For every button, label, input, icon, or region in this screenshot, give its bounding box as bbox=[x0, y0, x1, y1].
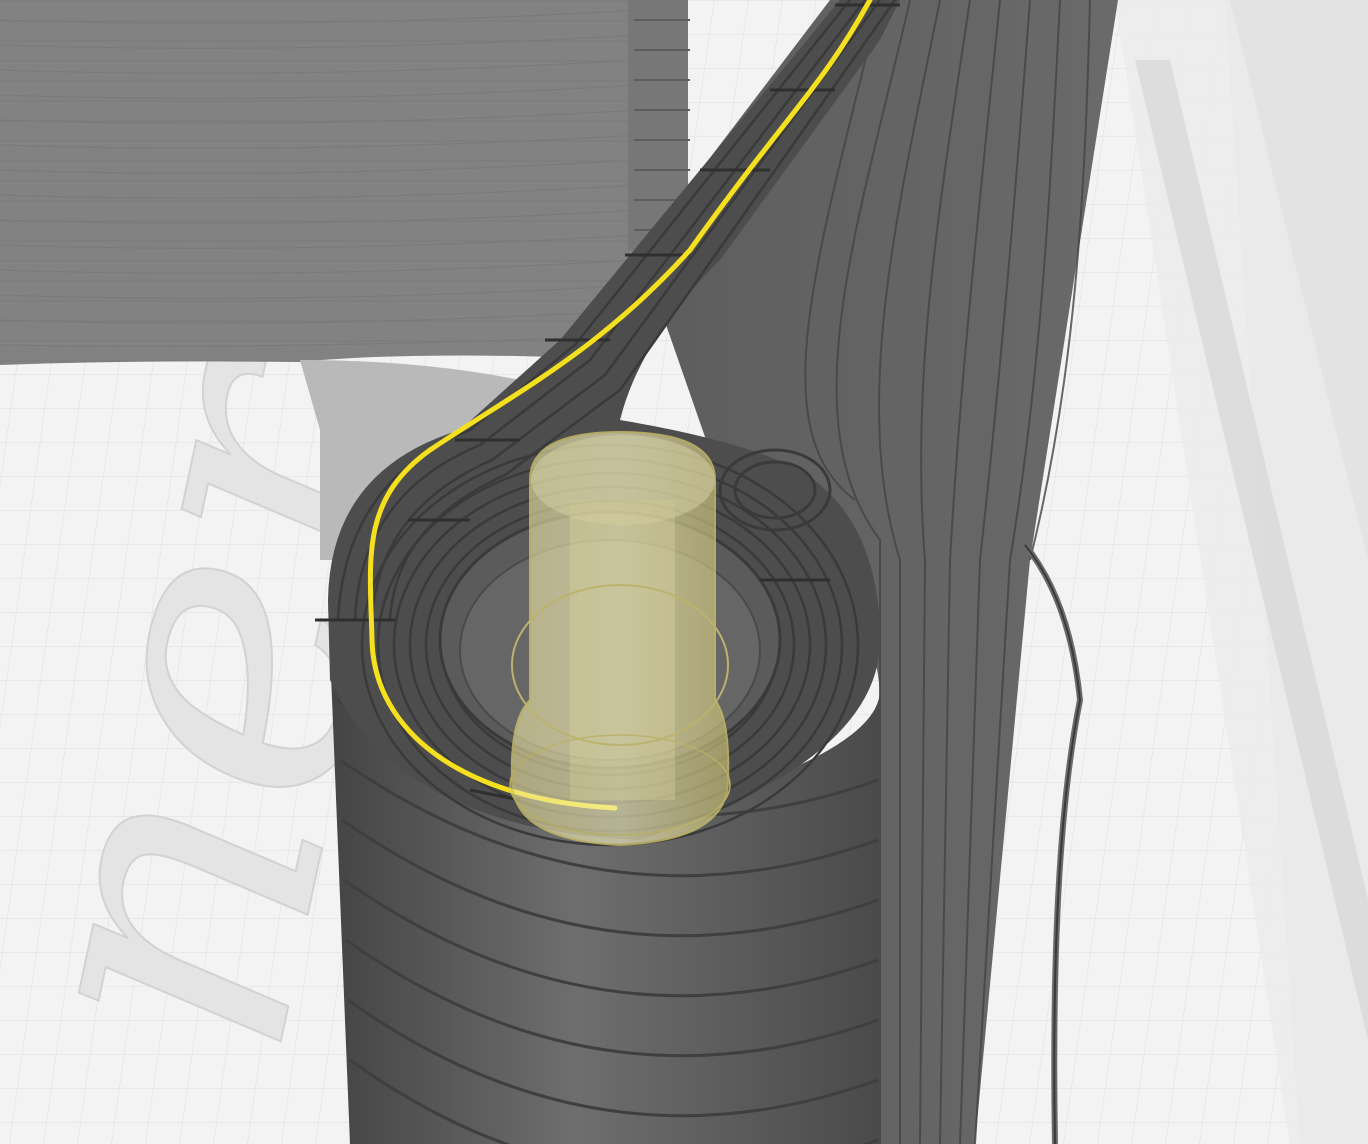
nozzle-icon bbox=[509, 430, 731, 847]
preview-scene[interactable]: ner bbox=[0, 0, 1368, 1144]
slicer-3d-viewport[interactable]: ner bbox=[0, 0, 1368, 1144]
